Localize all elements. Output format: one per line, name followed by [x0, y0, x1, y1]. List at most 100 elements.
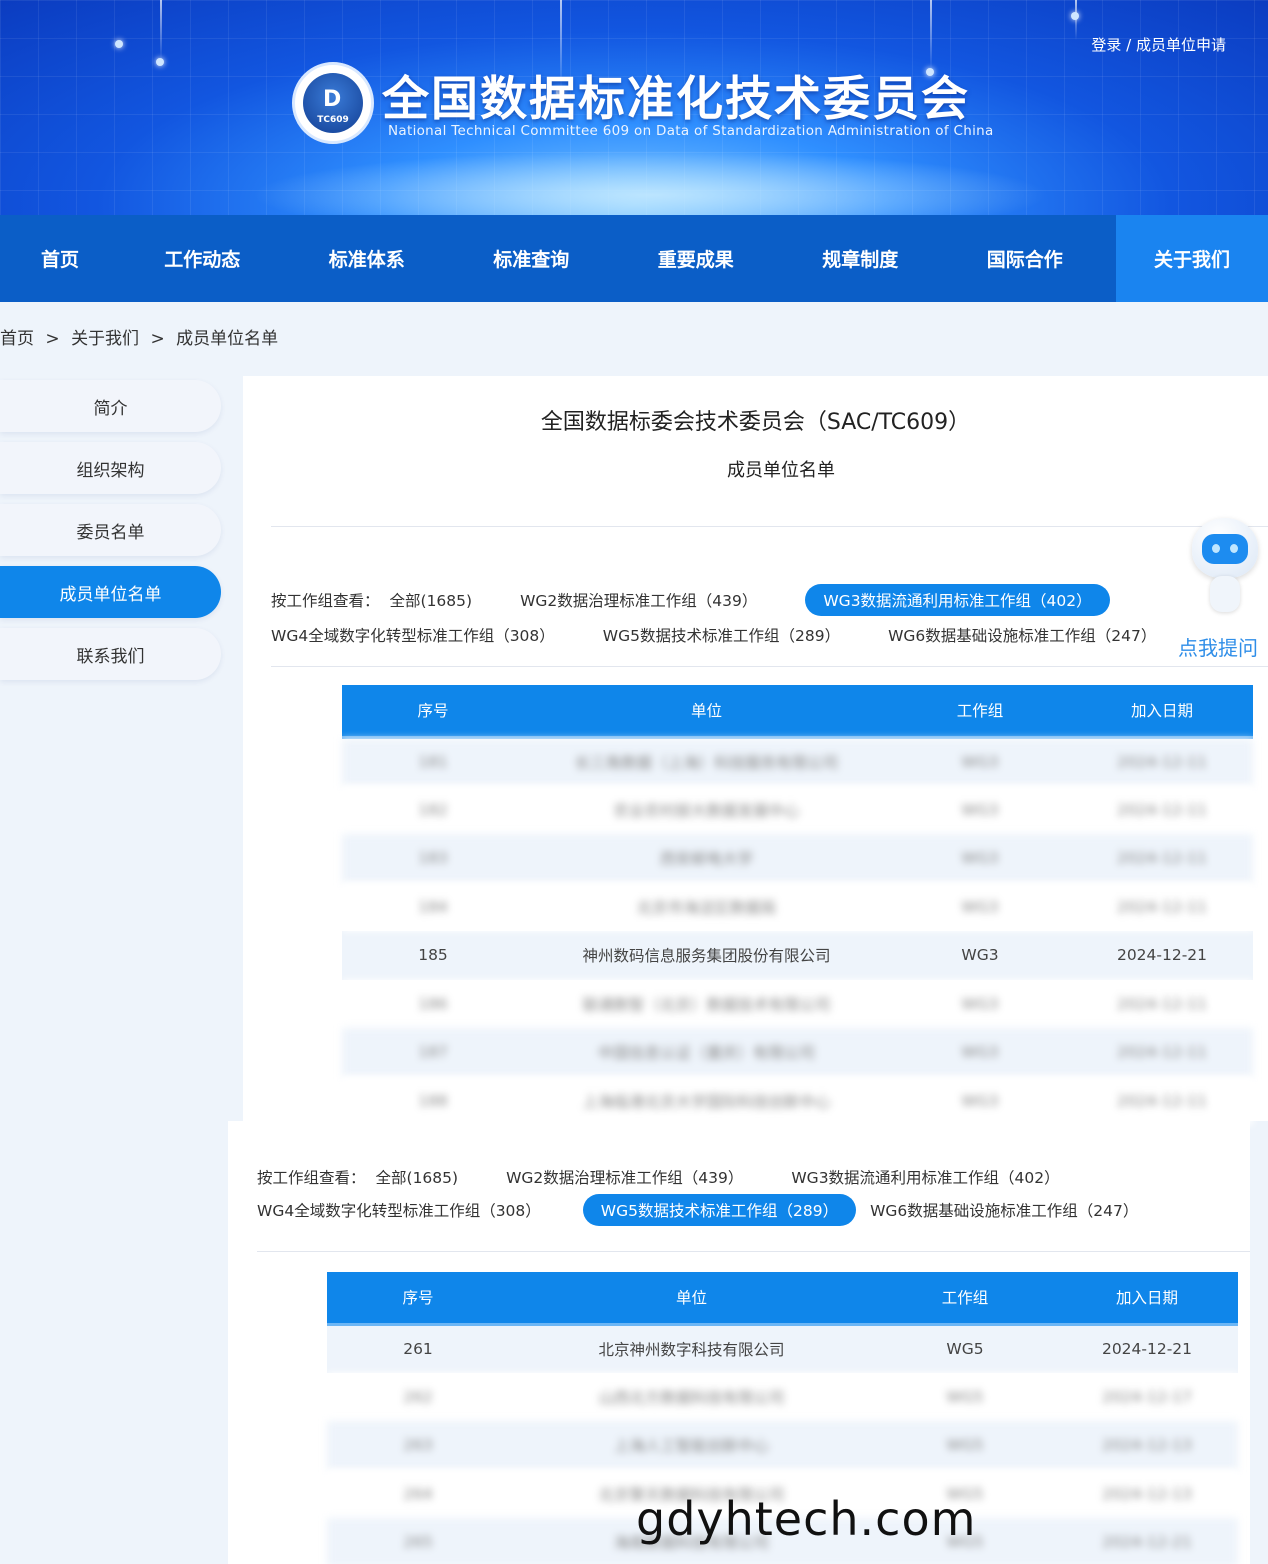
- cell-date: 2024-12-11: [1071, 785, 1253, 834]
- cell-index: 185: [342, 931, 524, 980]
- cell-date: 2024-12-11: [1071, 979, 1253, 1028]
- cell-group: WG3: [889, 1028, 1071, 1077]
- filter-wg4[interactable]: WG4全域数字化转型标准工作组（308）: [271, 619, 573, 651]
- cell-group: WG3: [889, 737, 1071, 786]
- nav-regulations[interactable]: 规章制度: [778, 215, 943, 302]
- cell-group: WG3: [889, 882, 1071, 931]
- cell-unit: 农业农村部大数据发展中心: [524, 785, 889, 834]
- filter-row: WG4全域数字化转型标准工作组（308） WG5数据技术标准工作组（289） W…: [271, 619, 1186, 651]
- column-header-group: 工作组: [889, 685, 1071, 739]
- page-title: 全国数据标委会技术委员会（SAC/TC609）: [540, 410, 971, 435]
- main-content: 全国数据标委会技术委员会（SAC/TC609） 成员单位名单 按工作组查看： 全…: [243, 376, 1268, 1125]
- cell-unit: 长三角数据（上海）科技服务有限公司: [524, 737, 889, 786]
- table-row: 183 西安邮电大学 WG3 2024-12-11: [342, 834, 1253, 883]
- cell-unit: 上海临港北京大学国际科技创新中心: [524, 1076, 889, 1125]
- filter-wg5[interactable]: WG5数据技术标准工作组（289）: [582, 1194, 857, 1226]
- cell-date: 2024-12-17: [1056, 1372, 1238, 1421]
- cell-group: WG3: [889, 931, 1071, 980]
- cell-group: WG3: [889, 1076, 1071, 1125]
- filter-wg6[interactable]: WG6数据基础设施标准工作组（247）: [868, 1194, 1156, 1226]
- cell-index: 181: [342, 737, 524, 786]
- assistant-robot-icon[interactable]: [1186, 518, 1264, 618]
- cell-group: WG3: [889, 834, 1071, 883]
- cell-index: 261: [327, 1324, 509, 1373]
- nav-standards-search[interactable]: 标准查询: [449, 215, 614, 302]
- filter-wg3[interactable]: WG3数据流通利用标准工作组（402）: [805, 584, 1110, 616]
- filter-all[interactable]: 全部(1685): [376, 1161, 477, 1193]
- filter-row: 按工作组查看： 全部(1685) WG2数据治理标准工作组（439） WG3数据…: [257, 1161, 1090, 1193]
- cell-date: 2024-12-13: [1056, 1421, 1238, 1470]
- table-row: 182 农业农村部大数据发展中心 WG3 2024-12-11: [342, 785, 1253, 834]
- column-header-group: 工作组: [874, 1272, 1056, 1326]
- filter-row: WG4全域数字化转型标准工作组（308） WG5数据技术标准工作组（289） W…: [257, 1194, 1168, 1226]
- cell-group: WG3: [889, 785, 1071, 834]
- site-subtitle: National Technical Committee 609 on Data…: [388, 123, 994, 139]
- filter-wg3[interactable]: WG3数据流通利用标准工作组（402）: [773, 1161, 1077, 1193]
- header-banner: 登录 / 成员单位申请 TC609 D 全国数据标准化技术委员会 Nationa…: [0, 0, 1268, 215]
- filter-wg5[interactable]: WG5数据技术标准工作组（289）: [585, 619, 858, 651]
- cell-unit: 西安邮电大学: [524, 834, 889, 883]
- cell-group: WG5: [874, 1324, 1056, 1373]
- filter-wg2[interactable]: WG2数据治理标准工作组（439）: [502, 584, 775, 616]
- cell-unit: 中国信息认证（重庆）有限公司: [524, 1028, 889, 1077]
- breadcrumb-separator: >: [150, 329, 165, 349]
- watermark: gdyhtech.com: [636, 1492, 977, 1546]
- cell-index: 184: [342, 882, 524, 931]
- sidebar-item-organization[interactable]: 组织架构: [0, 442, 221, 494]
- column-header-unit: 单位: [509, 1272, 874, 1326]
- cell-date: 2024-12-21: [1056, 1324, 1238, 1373]
- nav-international[interactable]: 国际合作: [943, 215, 1108, 302]
- table-row: 181 长三角数据（上海）科技服务有限公司 WG3 2024-12-11: [342, 737, 1253, 786]
- sidebar-item-member-units[interactable]: 成员单位名单: [0, 566, 221, 618]
- cell-group: WG5: [874, 1372, 1056, 1421]
- cell-index: 188: [342, 1076, 524, 1125]
- table-row: 262 山西北方数据科技有限公司 WG5 2024-12-17: [327, 1372, 1238, 1421]
- cell-index: 187: [342, 1028, 524, 1077]
- sidebar-item-intro[interactable]: 简介: [0, 380, 221, 432]
- member-table-wg3: 序号 单位 工作组 加入日期 181 长三角数据（上海）科技服务有限公司 WG3…: [342, 685, 1253, 1125]
- nav-about-us[interactable]: 关于我们: [1116, 215, 1268, 302]
- column-header-date: 加入日期: [1071, 685, 1253, 739]
- cell-unit: 北京市海淀区数据局: [524, 882, 889, 931]
- site-title: 全国数据标准化技术委员会: [382, 72, 970, 127]
- table-row: 186 联通数智（北京）数据技术有限公司 WG3 2024-12-11: [342, 979, 1253, 1028]
- cell-date: 2024-12-11: [1071, 834, 1253, 883]
- table-row: 188 上海临港北京大学国际科技创新中心 WG3 2024-12-11: [342, 1076, 1253, 1125]
- breadcrumb-separator: >: [45, 329, 60, 349]
- table-row-highlighted: 261 北京神州数字科技有限公司 WG5 2024-12-21: [327, 1324, 1238, 1373]
- cell-date: 2024-12-21: [1056, 1518, 1238, 1564]
- breadcrumb-home[interactable]: 首页: [0, 329, 34, 349]
- cell-date: 2024-12-21: [1071, 931, 1253, 980]
- breadcrumb-current: 成员单位名单: [176, 329, 279, 349]
- filter-all[interactable]: 全部(1685): [390, 584, 491, 616]
- cell-unit: 神州数码信息服务集团股份有限公司: [524, 931, 889, 980]
- filter-wg6[interactable]: WG6数据基础设施标准工作组（247）: [870, 619, 1174, 651]
- page-subtitle: 成员单位名单: [727, 460, 835, 481]
- nav-home[interactable]: 首页: [0, 215, 120, 302]
- cell-date: 2024-12-11: [1071, 1028, 1253, 1077]
- sidebar-item-committee-members[interactable]: 委员名单: [0, 504, 221, 556]
- sidebar-item-contact[interactable]: 联系我们: [0, 628, 221, 680]
- cell-date: 2024-12-13: [1056, 1469, 1238, 1518]
- breadcrumb: 首页 > 关于我们 > 成员单位名单: [0, 324, 284, 349]
- column-header-index: 序号: [327, 1272, 509, 1326]
- cell-unit: 联通数智（北京）数据技术有限公司: [524, 979, 889, 1028]
- login-link[interactable]: 登录 / 成员单位申请: [1091, 34, 1226, 55]
- committee-logo[interactable]: TC609 D: [292, 62, 374, 144]
- cell-index: 262: [327, 1372, 509, 1421]
- cell-date: 2024-12-11: [1071, 1076, 1253, 1125]
- column-header-date: 加入日期: [1056, 1272, 1238, 1326]
- assistant-label[interactable]: 点我提问: [1178, 632, 1258, 661]
- cell-index: 265: [327, 1518, 509, 1564]
- cell-index: 264: [327, 1469, 509, 1518]
- main-nav: 首页 工作动态 标准体系 标准查询 重要成果 规章制度 国际合作 关于我们: [0, 215, 1268, 302]
- filter-wg4[interactable]: WG4全域数字化转型标准工作组（308）: [257, 1194, 559, 1226]
- nav-news[interactable]: 工作动态: [120, 215, 285, 302]
- filter-label: 按工作组查看：: [257, 1169, 366, 1187]
- cell-unit: 上海人工智能创新中心: [509, 1421, 874, 1470]
- nav-achievements[interactable]: 重要成果: [614, 215, 779, 302]
- nav-standards-system[interactable]: 标准体系: [285, 215, 450, 302]
- breadcrumb-about[interactable]: 关于我们: [71, 329, 139, 349]
- filter-row: 按工作组查看： 全部(1685) WG2数据治理标准工作组（439） WG3数据…: [271, 584, 1122, 616]
- filter-wg2[interactable]: WG2数据治理标准工作组（439）: [488, 1161, 761, 1193]
